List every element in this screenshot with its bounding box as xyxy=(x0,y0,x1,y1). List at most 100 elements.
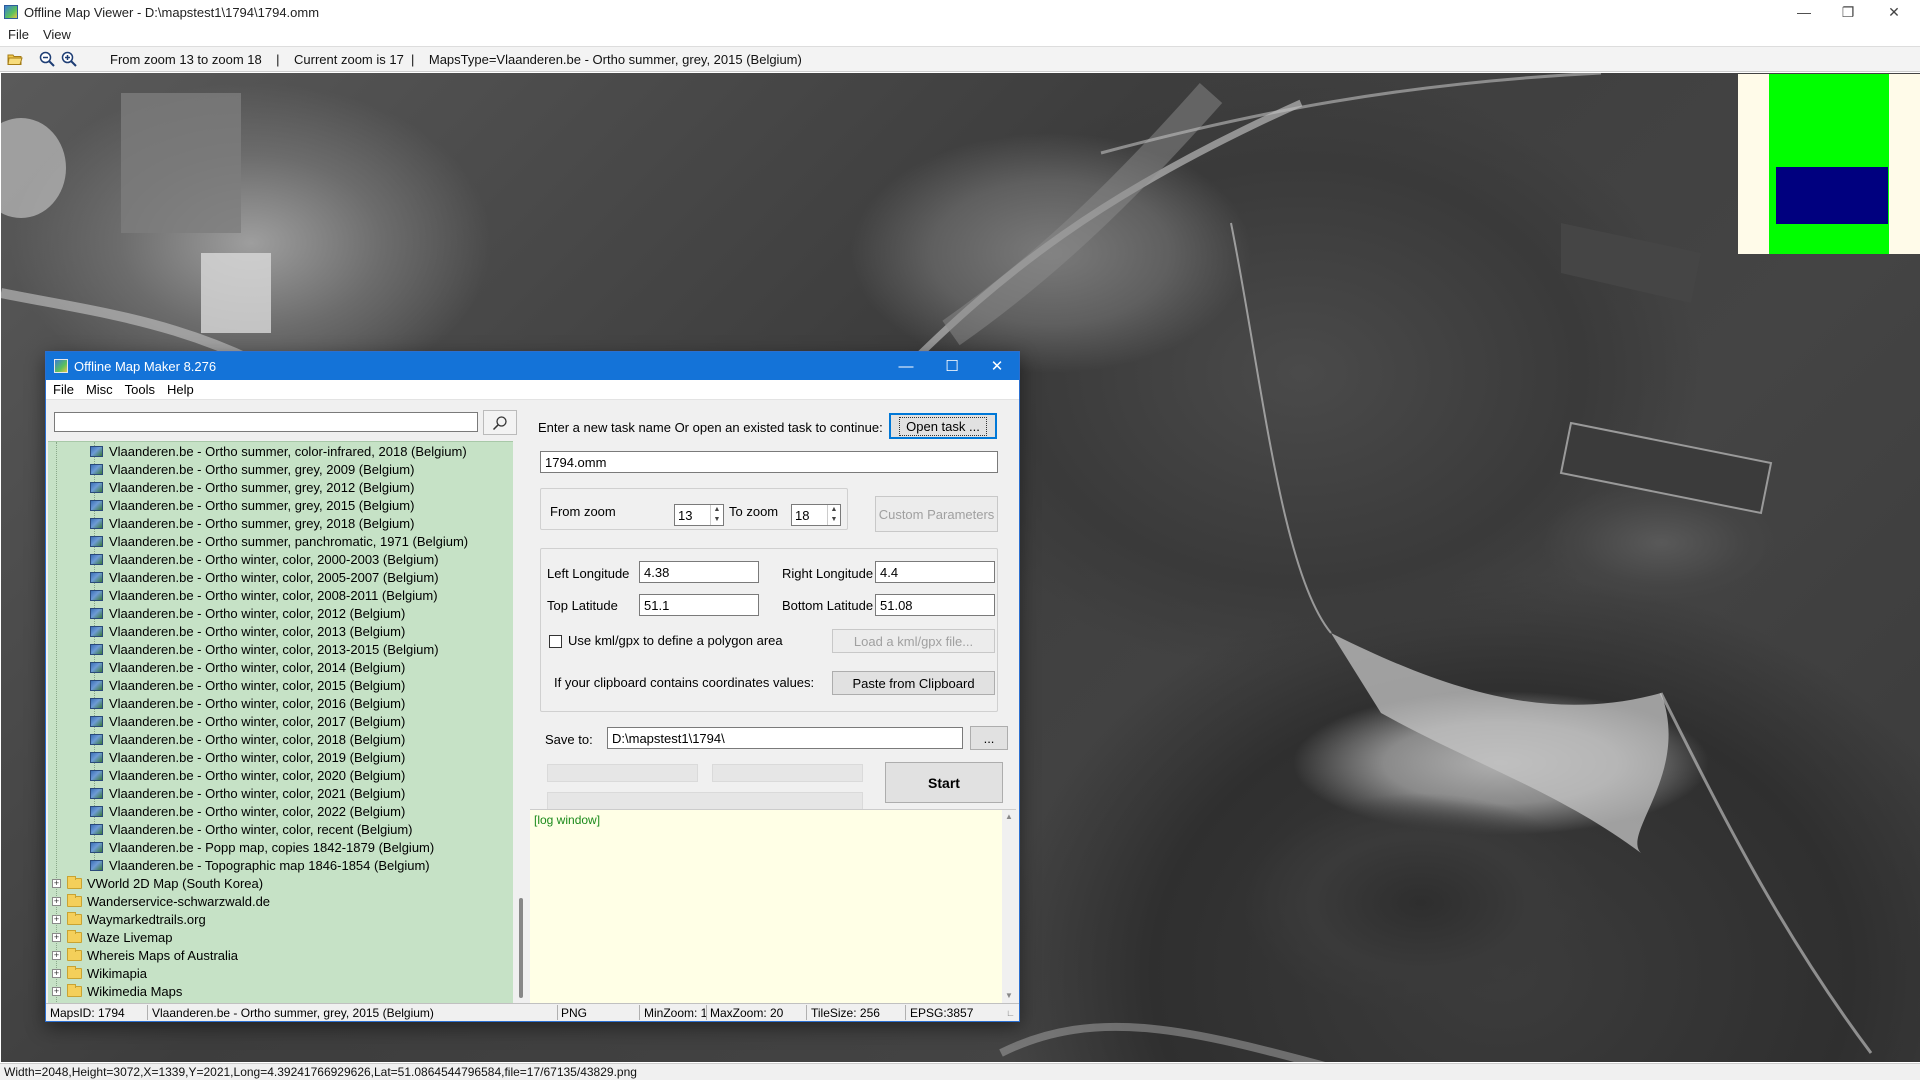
minimize-icon[interactable]: — xyxy=(1782,0,1826,24)
status-separator xyxy=(557,1005,558,1020)
tree-scrollbar-thumb[interactable] xyxy=(519,898,523,998)
start-button[interactable]: Start xyxy=(885,762,1003,803)
map-source-item[interactable]: Vlaanderen.be - Ortho winter, color, 200… xyxy=(90,550,439,568)
dialog-menu-help[interactable]: Help xyxy=(167,382,194,397)
map-source-item[interactable]: Vlaanderen.be - Ortho winter, color, 201… xyxy=(90,604,405,622)
save-path-value: D:\mapstest1\1794\ xyxy=(612,730,725,746)
map-source-item[interactable]: Vlaanderen.be - Popp map, copies 1842-18… xyxy=(90,838,434,856)
dialog-menu-tools[interactable]: Tools xyxy=(125,382,155,397)
map-source-item[interactable]: Vlaanderen.be - Ortho winter, color, 200… xyxy=(90,568,439,586)
map-source-item[interactable]: Vlaanderen.be - Ortho winter, color, 202… xyxy=(90,802,405,820)
expand-icon[interactable]: + xyxy=(52,896,61,906)
bottom-latitude-input[interactable]: 51.08 xyxy=(875,594,995,616)
log-scrollbar[interactable]: ▲ ▼ xyxy=(1002,810,1016,1003)
map-source-label: Vlaanderen.be - Ortho winter, color, 202… xyxy=(109,767,406,783)
progress-bar-total xyxy=(547,792,863,810)
scroll-down-icon[interactable]: ▼ xyxy=(1002,989,1016,1003)
folder-label: Wanderservice-schwarzwald.de xyxy=(87,893,271,909)
task-name-value: 1794.omm xyxy=(545,454,607,470)
zoom-out-icon[interactable] xyxy=(36,48,58,70)
dialog-minimize-icon[interactable]: — xyxy=(883,352,929,380)
map-provider-folder[interactable]: + Wikimapia xyxy=(52,964,147,982)
search-button[interactable] xyxy=(483,410,517,435)
map-search-input[interactable] xyxy=(54,412,478,432)
map-source-item[interactable]: Vlaanderen.be - Ortho winter, color, 201… xyxy=(90,622,405,640)
open-folder-icon[interactable] xyxy=(4,48,26,70)
expand-icon[interactable]: + xyxy=(52,968,61,978)
log-window[interactable]: [log window] ▲ ▼ xyxy=(530,809,1016,1003)
zoom-in-icon[interactable] xyxy=(58,48,80,70)
tree-scrollbar[interactable] xyxy=(513,441,529,1003)
map-provider-folder[interactable]: + Waze Livemap xyxy=(52,928,173,946)
map-source-label: Vlaanderen.be - Ortho winter, color, 202… xyxy=(109,803,406,819)
restore-icon[interactable]: ❐ xyxy=(1826,0,1870,24)
map-source-tree[interactable]: Vlaanderen.be - Ortho summer, color-infr… xyxy=(48,441,513,1003)
expand-icon[interactable]: + xyxy=(52,914,61,924)
to-zoom-stepper[interactable]: 18 ▲ ▼ xyxy=(791,504,841,526)
close-icon[interactable]: ✕ xyxy=(1872,0,1916,24)
dialog-menu-file[interactable]: File xyxy=(53,382,74,397)
scroll-up-icon[interactable]: ▲ xyxy=(1002,810,1016,824)
map-source-item[interactable]: Vlaanderen.be - Ortho winter, color, 201… xyxy=(90,748,405,766)
save-path-input[interactable]: D:\mapstest1\1794\ xyxy=(607,727,963,749)
spin-down-icon[interactable]: ▼ xyxy=(711,515,723,525)
right-longitude-input[interactable]: 4.4 xyxy=(875,561,995,583)
load-kml-button[interactable]: Load a kml/gpx file... xyxy=(832,629,995,653)
map-provider-folder[interactable]: + Wanderservice-schwarzwald.de xyxy=(52,892,270,910)
expand-icon[interactable]: + xyxy=(52,932,61,942)
kml-polygon-checkbox[interactable] xyxy=(549,635,562,648)
paste-from-clipboard-button[interactable]: Paste from Clipboard xyxy=(832,671,995,695)
viewer-titlebar: Offline Map Viewer - D:\mapstest1\1794\1… xyxy=(0,0,1920,24)
folder-icon xyxy=(67,947,82,961)
expand-icon[interactable]: + xyxy=(52,878,61,888)
minimap-viewport-indicator xyxy=(1776,167,1888,224)
dialog-menu-misc[interactable]: Misc xyxy=(86,382,113,397)
map-source-item[interactable]: Vlaanderen.be - Ortho winter, color, 201… xyxy=(90,694,405,712)
map-source-item[interactable]: Vlaanderen.be - Ortho winter, color, 202… xyxy=(90,766,405,784)
overview-minimap[interactable] xyxy=(1738,74,1920,254)
resize-grip-icon[interactable]: ∟ xyxy=(1006,1008,1015,1018)
map-source-item[interactable]: Vlaanderen.be - Ortho summer, color-infr… xyxy=(90,442,467,460)
top-latitude-input[interactable]: 51.1 xyxy=(639,594,759,616)
map-source-item[interactable]: Vlaanderen.be - Ortho summer, grey, 2018… xyxy=(90,514,414,532)
map-source-item[interactable]: Vlaanderen.be - Ortho winter, color, 201… xyxy=(90,640,439,658)
status-separator xyxy=(905,1005,906,1020)
map-source-item[interactable]: Vlaanderen.be - Ortho winter, color, 201… xyxy=(90,658,405,676)
map-source-item[interactable]: Vlaanderen.be - Topographic map 1846-185… xyxy=(90,856,430,874)
map-provider-folder[interactable]: + Wikimedia Maps xyxy=(52,982,182,1000)
map-source-item[interactable]: Vlaanderen.be - Ortho winter, color, rec… xyxy=(90,820,412,838)
map-source-item[interactable]: Vlaanderen.be - Ortho summer, grey, 2015… xyxy=(90,496,414,514)
status-format: PNG xyxy=(561,1006,588,1020)
task-settings-pane: Enter a new task name Or open an existed… xyxy=(529,401,1019,1003)
map-source-item[interactable]: Vlaanderen.be - Ortho winter, color, 201… xyxy=(90,730,405,748)
folder-icon xyxy=(67,911,82,925)
map-provider-folder[interactable]: + Waymarkedtrails.org xyxy=(52,910,206,928)
map-source-item[interactable]: Vlaanderen.be - Ortho winter, color, 201… xyxy=(90,712,405,730)
map-source-item[interactable]: Vlaanderen.be - Ortho summer, grey, 2012… xyxy=(90,478,414,496)
map-tile-icon xyxy=(90,733,103,745)
spin-down-icon[interactable]: ▼ xyxy=(828,515,840,525)
map-provider-folder[interactable]: + Whereis Maps of Australia xyxy=(52,946,238,964)
dialog-close-icon[interactable]: ✕ xyxy=(974,352,1020,380)
expand-icon[interactable]: + xyxy=(52,950,61,960)
map-tile-icon xyxy=(90,679,103,691)
dialog-titlebar[interactable]: Offline Map Maker 8.276 — ☐ ✕ xyxy=(46,352,1019,380)
map-source-item[interactable]: Vlaanderen.be - Ortho summer, panchromat… xyxy=(90,532,468,550)
dialog-maximize-icon[interactable]: ☐ xyxy=(929,352,975,380)
from-zoom-stepper[interactable]: 13 ▲ ▼ xyxy=(674,504,724,526)
menu-view[interactable]: View xyxy=(43,27,71,42)
map-source-item[interactable]: Vlaanderen.be - Ortho winter, color, 201… xyxy=(90,676,405,694)
left-longitude-input[interactable]: 4.38 xyxy=(639,561,759,583)
task-name-input[interactable]: 1794.omm xyxy=(540,451,998,473)
browse-button[interactable]: ... xyxy=(970,726,1008,750)
custom-parameters-button[interactable]: Custom Parameters xyxy=(875,496,998,532)
map-source-item[interactable]: Vlaanderen.be - Ortho summer, grey, 2009… xyxy=(90,460,414,478)
map-source-item[interactable]: Vlaanderen.be - Ortho winter, color, 202… xyxy=(90,784,405,802)
map-provider-folder[interactable]: + VWorld 2D Map (South Korea) xyxy=(52,874,263,892)
expand-icon[interactable]: + xyxy=(52,986,61,996)
menu-file[interactable]: File xyxy=(8,27,29,42)
spin-up-icon[interactable]: ▲ xyxy=(711,505,723,515)
spin-up-icon[interactable]: ▲ xyxy=(828,505,840,515)
map-source-item[interactable]: Vlaanderen.be - Ortho winter, color, 200… xyxy=(90,586,438,604)
open-task-button[interactable]: Open task ... xyxy=(889,413,997,439)
